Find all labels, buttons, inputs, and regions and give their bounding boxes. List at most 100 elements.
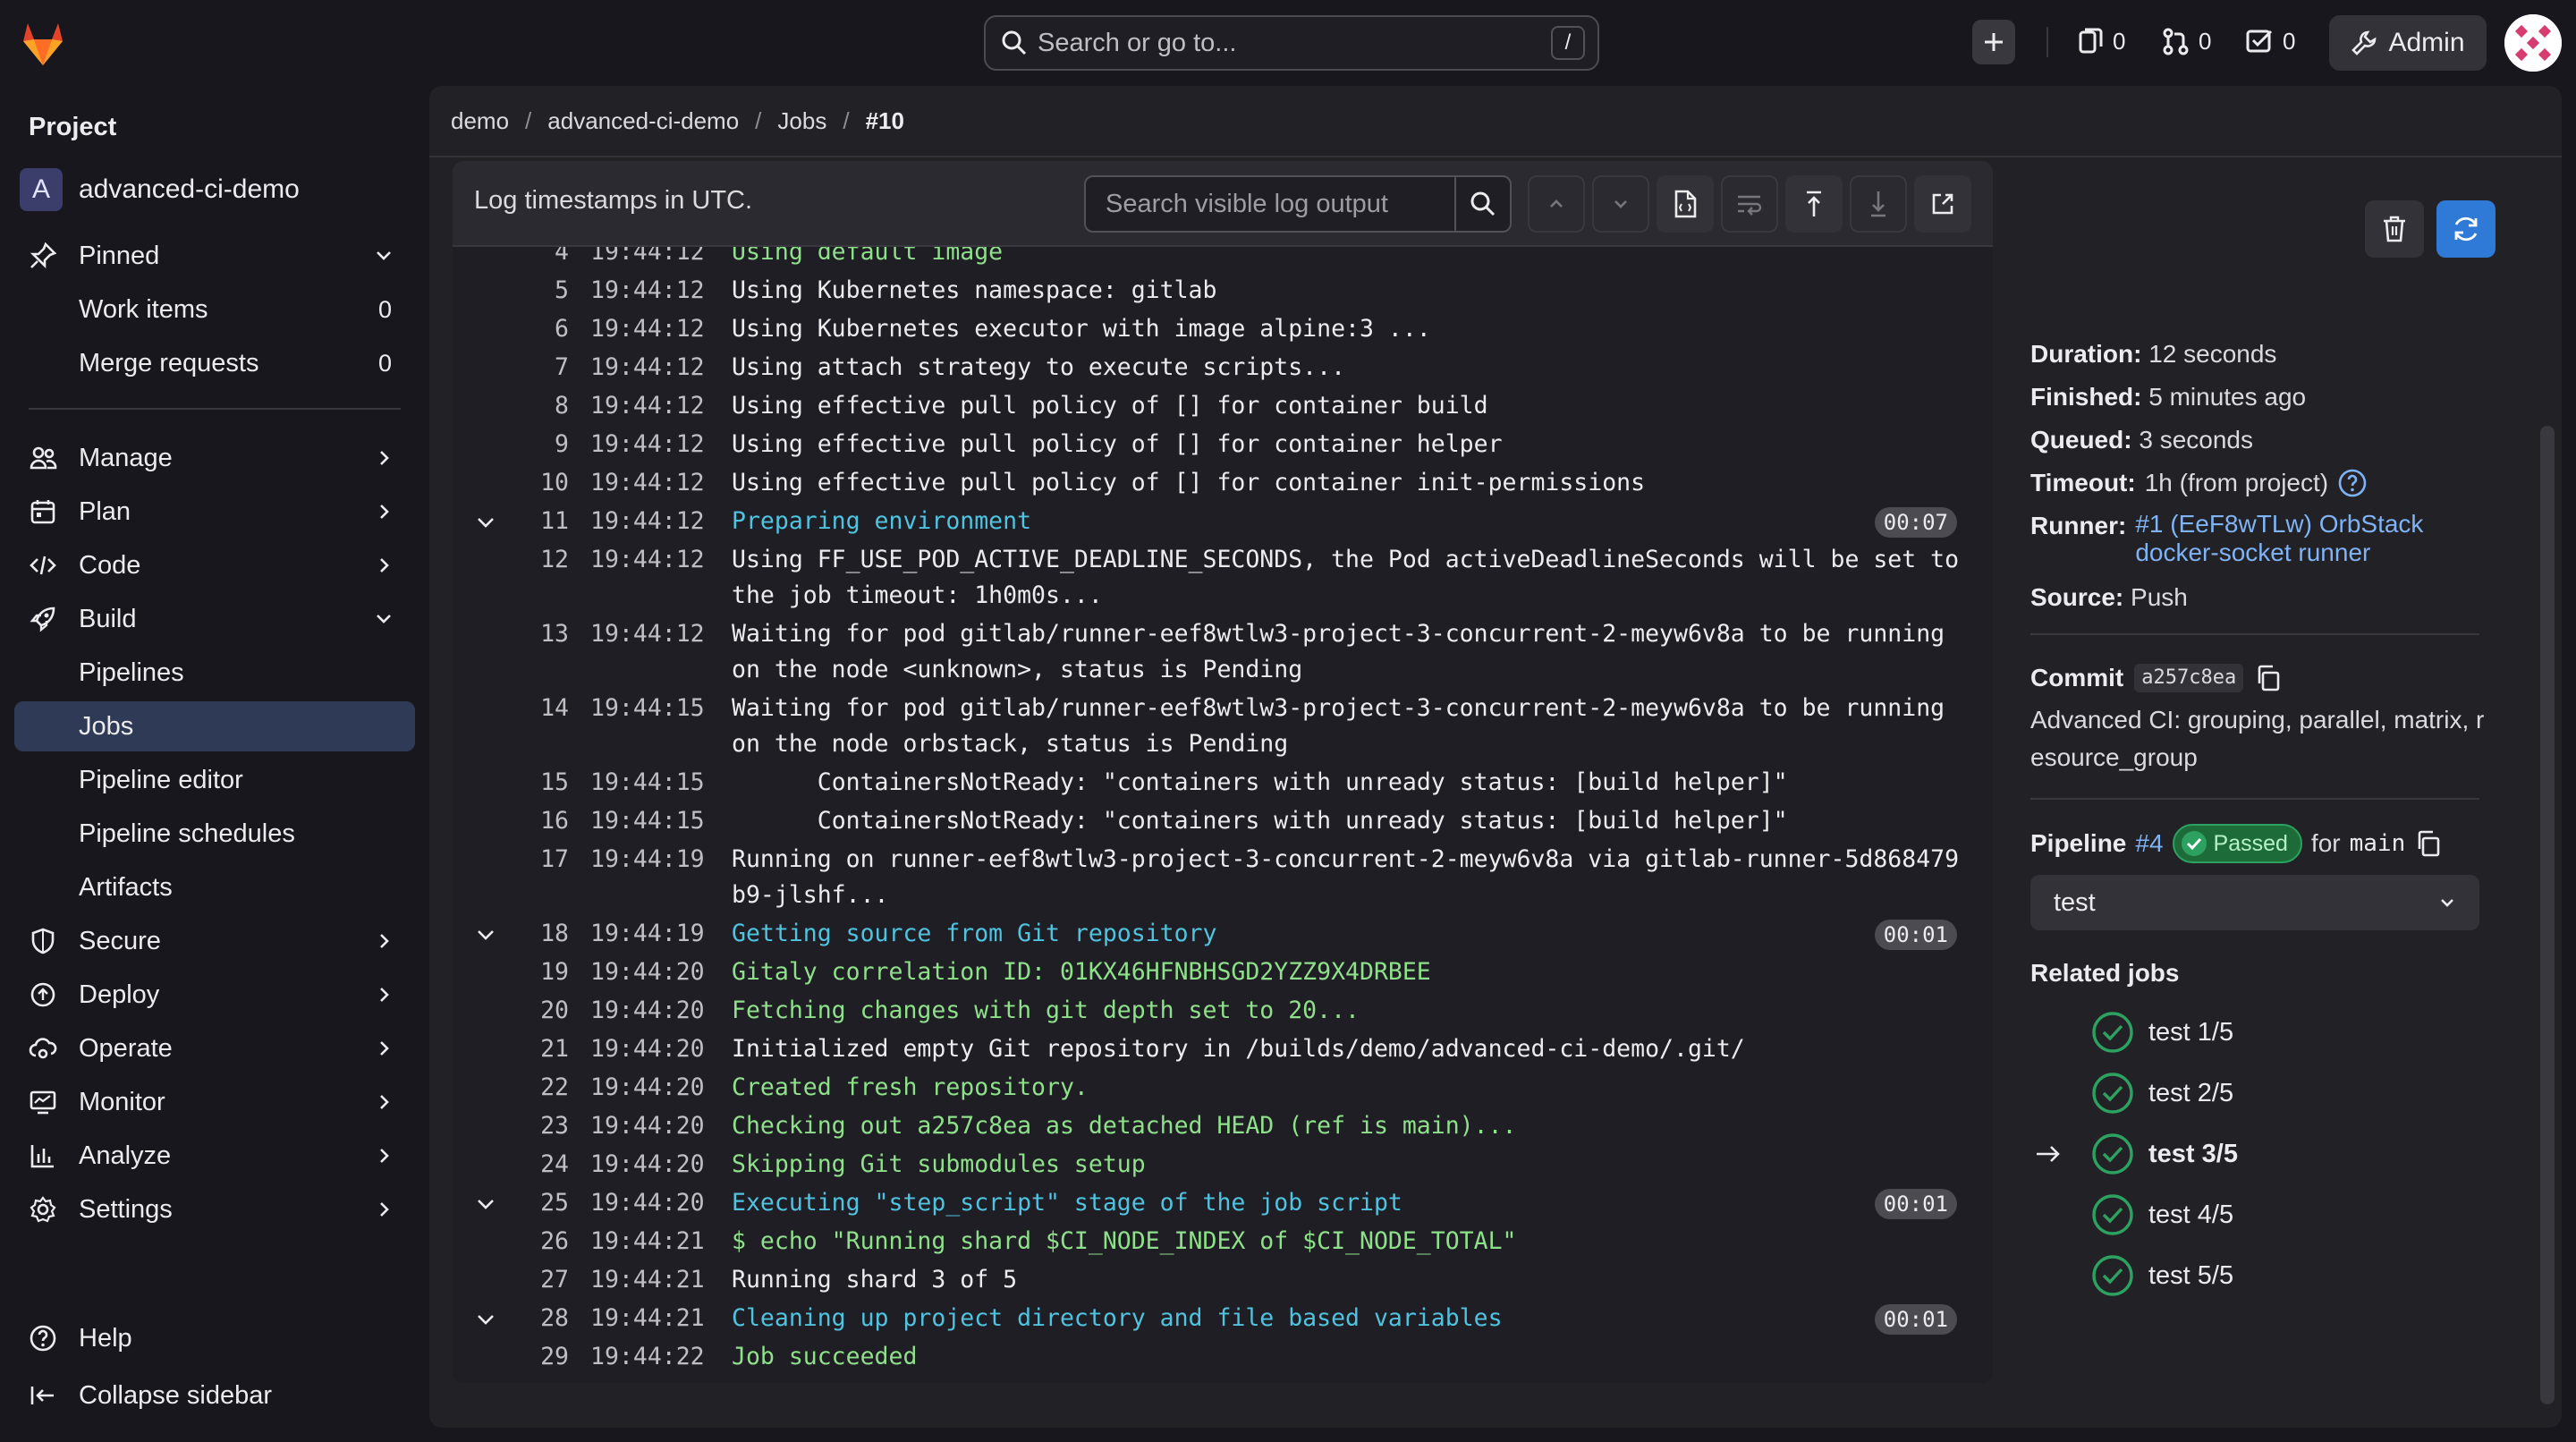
- log-line-timestamp: 19:44:12: [590, 469, 705, 496]
- log-line-number[interactable]: 19: [506, 954, 569, 990]
- section-toggle-chevron-down-icon[interactable]: [472, 509, 499, 536]
- previous-match-button[interactable]: [1528, 175, 1585, 233]
- sidebar-item-merge-requests[interactable]: Merge requests 0: [14, 338, 415, 388]
- related-job-item[interactable]: test 2/5: [2030, 1070, 2479, 1116]
- log-line: 16 19:44:15 ContainersNotReady: "containe…: [453, 803, 1993, 842]
- sidebar-item-secure[interactable]: Secure: [14, 916, 415, 966]
- sidebar-item-pinned[interactable]: Pinned: [14, 231, 415, 281]
- collapse-sidebar-button[interactable]: Collapse sidebar: [14, 1370, 415, 1421]
- log-line-number[interactable]: 26: [506, 1224, 569, 1260]
- log-line-text: $ echo "Running shard $CI_NODE_INDEX of …: [732, 1227, 1517, 1255]
- log-line-number[interactable]: 27: [506, 1262, 569, 1298]
- log-line-number[interactable]: 28: [506, 1301, 569, 1336]
- log-search-input[interactable]: Search visible log output: [1084, 175, 1512, 233]
- erase-log-button[interactable]: [2365, 200, 2424, 258]
- gitlab-logo-icon[interactable]: [16, 16, 70, 70]
- log-line-number[interactable]: 24: [506, 1147, 569, 1183]
- log-search-button[interactable]: [1454, 177, 1510, 231]
- sidebar-item-jobs[interactable]: Jobs: [14, 701, 415, 751]
- related-job-item[interactable]: test 3/5: [2030, 1131, 2479, 1177]
- pin-icon: [30, 242, 57, 269]
- breadcrumb-item-current-job[interactable]: #10: [866, 107, 904, 135]
- log-line-number[interactable]: 10: [506, 465, 569, 501]
- breadcrumb-item-jobs[interactable]: Jobs: [777, 107, 826, 135]
- help-button[interactable]: Help: [14, 1313, 415, 1363]
- related-job-item[interactable]: test 1/5: [2030, 1009, 2479, 1056]
- sidebar-item-label: Manage: [79, 443, 173, 472]
- pipeline-status-badge[interactable]: Passed: [2172, 824, 2302, 863]
- log-line-number[interactable]: 7: [506, 350, 569, 386]
- breadcrumb-item-demo[interactable]: demo: [451, 107, 509, 135]
- log-line-number[interactable]: 11: [506, 504, 569, 539]
- section-toggle-chevron-down-icon[interactable]: [472, 1306, 499, 1333]
- log-line-number[interactable]: 14: [506, 691, 569, 726]
- related-job-item[interactable]: test 5/5: [2030, 1252, 2479, 1299]
- sidebar-item-work-items[interactable]: Work items 0: [14, 284, 415, 335]
- commit-label: Commit: [2030, 664, 2124, 691]
- commit-sha-link[interactable]: a257c8ea: [2134, 664, 2244, 692]
- scroll-to-bottom-button[interactable]: [1850, 175, 1907, 233]
- section-toggle-chevron-down-icon[interactable]: [472, 921, 499, 948]
- log-line: 18 19:44:19 Getting source from Git reposi…: [453, 916, 1993, 954]
- scroll-to-top-button[interactable]: [1785, 175, 1843, 233]
- copy-icon[interactable]: [2254, 664, 2283, 692]
- log-line-number[interactable]: 21: [506, 1031, 569, 1067]
- user-avatar[interactable]: [2504, 14, 2562, 72]
- next-match-button[interactable]: [1592, 175, 1649, 233]
- sidebar-item-analyze[interactable]: Analyze: [14, 1131, 415, 1181]
- log-line-number[interactable]: 17: [506, 842, 569, 878]
- page-scrollbar[interactable]: [2540, 426, 2555, 1404]
- pipeline-ref-link[interactable]: main: [2350, 827, 2406, 860]
- stage-select[interactable]: test: [2030, 875, 2479, 930]
- log-line-number[interactable]: 23: [506, 1108, 569, 1144]
- log-line-number[interactable]: 13: [506, 616, 569, 652]
- sidebar-item-code[interactable]: Code: [14, 540, 415, 590]
- retry-job-button[interactable]: [2436, 200, 2496, 258]
- sidebar-item-settings[interactable]: Settings: [14, 1184, 415, 1234]
- project-link[interactable]: A advanced-ci-demo: [20, 168, 300, 211]
- sidebar-item-build[interactable]: Build: [14, 594, 415, 644]
- log-line-timestamp: 19:44:19: [590, 845, 705, 873]
- issues-button[interactable]: 0: [2077, 27, 2125, 55]
- runner-link[interactable]: #1 (EeF8wTLw) OrbStack docker-socket run…: [2135, 510, 2466, 567]
- related-job-item[interactable]: test 4/5: [2030, 1192, 2479, 1238]
- log-line-number[interactable]: 18: [506, 916, 569, 952]
- log-line-number[interactable]: 12: [506, 542, 569, 578]
- sidebar-item-monitor[interactable]: Monitor: [14, 1077, 415, 1127]
- log-line-number[interactable]: 16: [506, 803, 569, 839]
- log-line-number[interactable]: 20: [506, 993, 569, 1029]
- todos-button[interactable]: 0: [2245, 27, 2295, 55]
- sidebar-item-operate[interactable]: Operate: [14, 1023, 415, 1073]
- sidebar-item-pipeline-editor[interactable]: Pipeline editor: [14, 755, 415, 805]
- chevron-right-icon: [380, 1202, 389, 1217]
- show-raw-button[interactable]: [1657, 175, 1714, 233]
- sidebar-item-pipelines[interactable]: Pipelines: [14, 648, 415, 698]
- topbar-divider: [2046, 27, 2048, 57]
- create-new-button[interactable]: [1972, 20, 2015, 64]
- sidebar-item-pipeline-schedules[interactable]: Pipeline schedules: [14, 809, 415, 859]
- copy-icon[interactable]: [2414, 829, 2443, 858]
- log-line-number[interactable]: 4: [506, 247, 569, 270]
- toggle-wrap-button[interactable]: [1721, 175, 1778, 233]
- pipeline-link[interactable]: #4: [2135, 827, 2163, 860]
- sidebar-item-artifacts[interactable]: Artifacts: [14, 862, 415, 912]
- log-line-number[interactable]: 9: [506, 427, 569, 462]
- log-line-number[interactable]: 29: [506, 1339, 569, 1375]
- sidebar-item-manage[interactable]: Manage: [14, 433, 415, 483]
- section-toggle-chevron-down-icon[interactable]: [472, 1191, 499, 1217]
- log-line-number[interactable]: 8: [506, 388, 569, 424]
- fullscreen-button[interactable]: [1914, 175, 1971, 233]
- log-line-number[interactable]: 25: [506, 1185, 569, 1221]
- admin-button[interactable]: Admin: [2329, 15, 2487, 71]
- log-line-text: Waiting for pod gitlab/runner-eef8wtlw3-…: [732, 694, 1960, 758]
- merge-requests-button[interactable]: 0: [2161, 27, 2211, 55]
- log-line-number[interactable]: 6: [506, 311, 569, 347]
- global-search-input[interactable]: Search or go to... /: [984, 15, 1599, 71]
- log-line-number[interactable]: 5: [506, 273, 569, 309]
- help-icon[interactable]: [2337, 468, 2368, 498]
- log-line-number[interactable]: 22: [506, 1070, 569, 1106]
- sidebar-item-deploy[interactable]: Deploy: [14, 970, 415, 1020]
- log-line-number[interactable]: 15: [506, 765, 569, 801]
- sidebar-item-plan[interactable]: Plan: [14, 487, 415, 537]
- breadcrumb-item-project[interactable]: advanced-ci-demo: [547, 107, 739, 135]
